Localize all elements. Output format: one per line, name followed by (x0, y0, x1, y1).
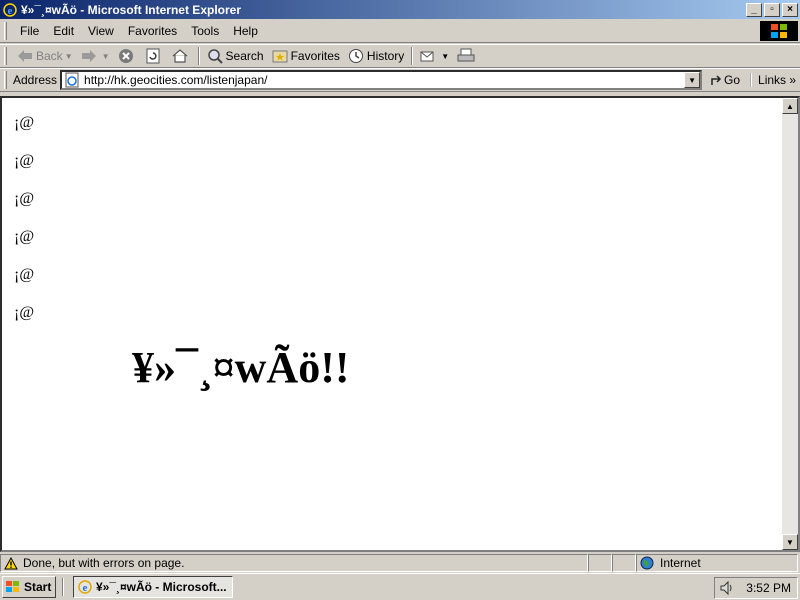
chevron-down-icon[interactable]: ▼ (65, 52, 73, 61)
go-button[interactable]: Go (710, 73, 740, 87)
toolbar-separator (197, 47, 200, 65)
clock[interactable]: 3:52 PM (746, 581, 791, 595)
back-button[interactable]: Back ▼ (13, 45, 77, 67)
search-icon (207, 49, 223, 64)
page-text-line: ¡@ (14, 152, 35, 169)
page-heading: ¥»¯¸¤wÃö!! (132, 343, 350, 392)
home-icon (172, 49, 187, 63)
toolbar-separator (411, 47, 414, 65)
system-tray: 3:52 PM (714, 577, 798, 599)
ie-logo-icon: e (3, 2, 17, 17)
page-text-line: ¡@ (14, 190, 35, 207)
forward-button[interactable]: ▼ (77, 45, 114, 67)
windows-throbber-icon (760, 21, 798, 41)
history-button[interactable]: History (344, 45, 408, 67)
start-button[interactable]: Start (2, 576, 56, 598)
ie-logo-icon: e (78, 580, 92, 594)
address-label: Address (13, 73, 58, 87)
scroll-up-button[interactable]: ▲ (782, 98, 798, 114)
url-input[interactable] (84, 73, 685, 87)
status-pane (612, 554, 636, 572)
favorites-button[interactable]: Favorites (268, 45, 344, 67)
close-button[interactable]: × (782, 2, 798, 17)
toolbar-grip[interactable] (4, 47, 7, 65)
back-arrow-icon (18, 50, 32, 62)
windows-logo-icon (6, 581, 19, 592)
status-message-pane[interactable]: Done, but with errors on page. (0, 554, 588, 572)
menu-tools[interactable]: Tools (184, 22, 226, 40)
forward-arrow-icon (81, 50, 96, 62)
menubar: File Edit View Favorites Tools Help (0, 19, 800, 43)
menu-favorites[interactable]: Favorites (121, 22, 184, 40)
mail-icon (420, 51, 434, 62)
home-button[interactable] (168, 45, 195, 67)
menu-file[interactable]: File (13, 22, 46, 40)
minimize-button[interactable]: _ (746, 2, 762, 17)
taskbar: Start e ¥»¯¸¤wÃö - Microsoft... 3:52 PM (0, 573, 800, 600)
print-button[interactable] (453, 45, 482, 67)
favorites-icon (272, 50, 288, 63)
history-icon (348, 49, 363, 63)
chevron-down-icon[interactable]: ▼ (102, 52, 110, 61)
go-arrow-icon (711, 75, 722, 85)
zone-pane: Internet (636, 554, 798, 572)
go-label: Go (724, 73, 741, 87)
standard-toolbar: Back ▼ ▼ Search Favorites History ▼ (0, 44, 800, 68)
warning-icon (4, 556, 18, 569)
address-box: ▼ (60, 70, 703, 90)
page-text-line: ¡@ (14, 228, 35, 245)
task-label: ¥»¯¸¤wÃö - Microsoft... (96, 580, 227, 594)
page-text-line: ¡@ (14, 266, 35, 283)
web-page: ¡@ ¡@ ¡@ ¡@ ¡@ ¡@ ¥»¯¸¤wÃö!! (2, 98, 782, 550)
toolbar-grip[interactable] (4, 71, 7, 89)
history-label: History (366, 49, 405, 63)
menu-help[interactable]: Help (226, 22, 265, 40)
restore-button[interactable]: ▫ (764, 2, 780, 17)
taskbar-separator (62, 578, 64, 596)
globe-icon (640, 556, 654, 570)
start-label: Start (24, 580, 52, 594)
print-icon (457, 48, 475, 62)
taskbar-task-ie[interactable]: e ¥»¯¸¤wÃö - Microsoft... (73, 576, 233, 598)
address-bar: Address ▼ Go Links » (0, 68, 800, 92)
favorites-label: Favorites (290, 49, 340, 63)
status-message: Done, but with errors on page. (23, 556, 185, 570)
security-zone: Internet (660, 556, 701, 570)
refresh-button[interactable] (141, 45, 168, 67)
status-pane (588, 554, 612, 572)
stop-button[interactable] (114, 45, 141, 67)
menu-view[interactable]: View (81, 22, 121, 40)
speaker-icon[interactable] (719, 580, 735, 596)
browser-viewport: ¡@ ¡@ ¡@ ¡@ ¡@ ¡@ ¥»¯¸¤wÃö!! ▲ ▼ (0, 96, 800, 552)
links-button[interactable]: Links » (750, 73, 796, 87)
svg-text:e: e (83, 582, 88, 594)
status-bar: Done, but with errors on page. Internet (0, 553, 800, 573)
window-titlebar[interactable]: e ¥»¯¸¤wÃö - Microsoft Internet Explorer… (0, 0, 800, 19)
scroll-down-button[interactable]: ▼ (782, 534, 798, 550)
mail-button[interactable]: ▼ (416, 45, 453, 67)
search-label: Search (225, 49, 264, 63)
page-text-line: ¡@ (14, 114, 35, 131)
window-title: ¥»¯¸¤wÃö - Microsoft Internet Explorer (21, 2, 241, 17)
svg-text:e: e (8, 5, 13, 17)
stop-icon (118, 49, 133, 63)
page-text-line: ¡@ (14, 304, 35, 321)
back-label: Back (36, 49, 63, 63)
chevron-down-icon[interactable]: ▼ (441, 52, 449, 61)
refresh-icon (146, 48, 160, 64)
vertical-scrollbar[interactable]: ▲ ▼ (782, 98, 798, 550)
toolbar-grip[interactable] (4, 21, 7, 40)
page-icon (65, 72, 79, 88)
search-button[interactable]: Search (203, 45, 268, 67)
address-dropdown-button[interactable]: ▼ (684, 72, 701, 88)
menu-edit[interactable]: Edit (46, 22, 81, 40)
